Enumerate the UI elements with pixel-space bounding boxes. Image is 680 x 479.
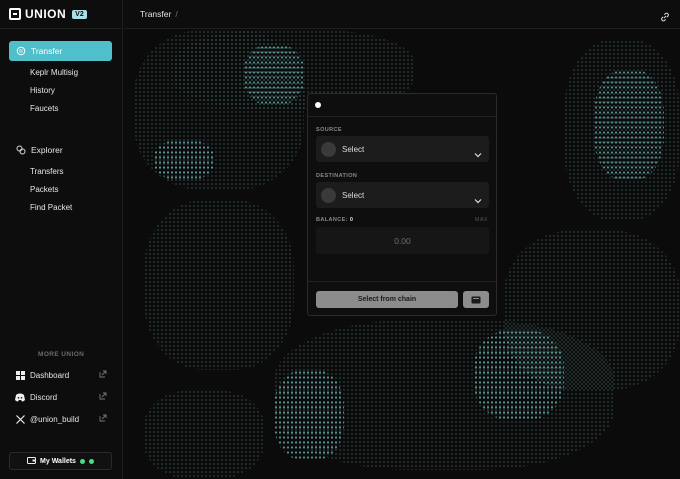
sidebar-item-label: Explorer [31,145,63,155]
wallets-label: My Wallets [40,457,76,465]
divider [308,116,496,117]
link-dashboard[interactable]: Dashboard [15,369,107,381]
select-from-chain-button[interactable]: Select from chain [316,291,458,308]
wallet-icon [471,291,481,309]
breadcrumb-item[interactable]: Transfer [140,9,171,19]
topbar: Transfer / [124,0,680,29]
balance-value: 0 [349,217,354,223]
divider [308,281,496,282]
balance-label: BALANCE: [316,217,348,223]
union-logo-icon [9,8,21,20]
chevron-down-icon [474,191,482,209]
chain-placeholder-icon [321,187,336,203]
pattern-blob [504,230,680,390]
sidebar-item-history[interactable]: History [30,86,55,95]
source-value: Select [342,144,365,154]
max-button[interactable]: MAX [475,217,488,223]
link-discord[interactable]: Discord [15,391,107,403]
destination-select[interactable]: Select [316,182,489,208]
sidebar-item-label: Transfer [31,46,63,56]
source-select[interactable]: Select [316,136,489,162]
more-union-heading: MORE UNION [38,351,85,358]
link-icon[interactable] [660,9,670,27]
link-label: Dashboard [30,370,70,380]
sidebar-item-label: Transfers [30,167,64,176]
breadcrumb-separator: / [175,9,178,19]
wallet-icon [27,456,37,466]
pattern-blob [594,70,664,180]
divider [0,28,123,29]
wallet-button[interactable] [463,291,489,308]
destination-value: Select [342,190,365,200]
sidebar-item-label: Keplr Multisig [30,68,79,77]
sidebar-item-find-packet[interactable]: Find Packet [30,203,72,212]
external-link-icon [99,414,107,424]
pattern-blob [144,200,294,370]
chevron-down-icon [474,145,482,163]
external-link-icon [99,370,107,380]
source-label: SOURCE [316,127,342,133]
link-label: @union_build [30,414,80,424]
external-link-icon [99,392,107,402]
chain-placeholder-icon [321,141,336,157]
wallet-status-dot [88,458,94,464]
link-label: Discord [30,392,58,402]
explorer-icon [16,145,26,155]
destination-label: DESTINATION [316,173,358,179]
sidebar-item-faucets[interactable]: Faucets [30,104,58,113]
breadcrumb: Transfer / [140,9,178,19]
pattern-blob [274,370,344,460]
pattern-blob [244,45,304,105]
pattern-blob [154,140,214,180]
sidebar-item-keplr-multisig[interactable]: Keplr Multisig [30,68,78,77]
wallet-status-dot [79,458,85,464]
sidebar-item-packets[interactable]: Packets [30,185,58,194]
sidebar-item-label: Packets [30,185,59,194]
app: UNION V2 Transfer Keplr Multisig History… [0,0,680,479]
sidebar-item-label: Find Packet [30,203,73,212]
sidebar-item-label: Faucets [30,104,59,113]
dashboard-icon [15,370,25,380]
balance-readout: BALANCE: 0 [316,217,353,223]
sidebar-item-label: History [30,86,55,95]
transfer-icon [16,46,26,56]
amount-input[interactable]: 0.00 [316,227,489,254]
sidebar: UNION V2 Transfer Keplr Multisig History… [0,0,123,479]
version-badge: V2 [72,9,87,19]
discord-icon [15,392,25,402]
transfer-card: SOURCE Select DESTINATION Select BALANCE… [307,93,497,316]
pattern-blob [144,390,264,479]
sidebar-item-transfer[interactable]: Transfer [9,41,112,61]
status-dot [315,102,321,108]
logo[interactable]: UNION V2 [9,6,87,22]
x-icon [15,414,25,424]
my-wallets-button[interactable]: My Wallets [9,452,112,470]
sidebar-item-transfers[interactable]: Transfers [30,167,64,176]
logo-text: UNION [25,7,67,21]
sidebar-item-explorer[interactable]: Explorer [16,145,63,155]
link-x-union-build[interactable]: @union_build [15,413,107,425]
